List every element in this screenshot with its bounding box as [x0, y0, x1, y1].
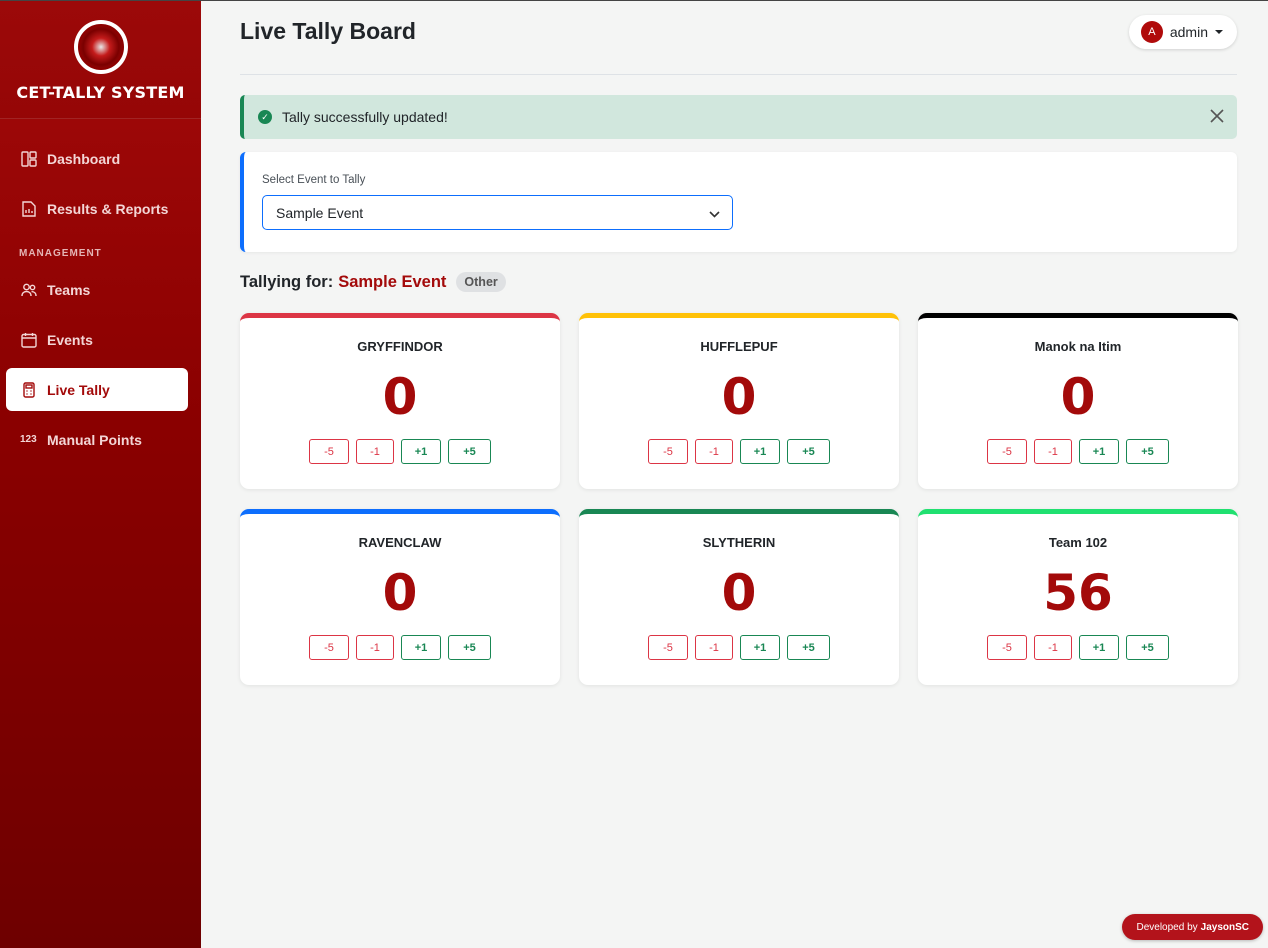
- minus-1-button[interactable]: -1: [1034, 439, 1072, 464]
- minus-5-button[interactable]: -5: [987, 635, 1027, 660]
- plus-1-button[interactable]: +1: [401, 635, 441, 660]
- numbers-icon: 123: [20, 434, 37, 445]
- minus-1-button[interactable]: -1: [356, 635, 394, 660]
- team-score: 0: [721, 564, 757, 622]
- event-select-card: Select Event to Tally Sample Event: [240, 152, 1237, 252]
- event-select-label: Select Event to Tally: [262, 174, 366, 186]
- user-name: admin: [1169, 23, 1208, 40]
- team-card: Team 102 56 -5 -1 +1 +5: [918, 509, 1238, 685]
- team-name: HUFFLEPUF: [700, 339, 778, 354]
- score-buttons: -5 -1 +1 +5: [309, 439, 491, 464]
- sidebar-item-manual-points[interactable]: 123 Manual Points: [6, 418, 188, 461]
- score-buttons: -5 -1 +1 +5: [987, 635, 1169, 660]
- plus-5-button[interactable]: +5: [787, 439, 830, 464]
- page-header: Live Tally Board A admin: [240, 1, 1237, 75]
- sidebar-item-results-reports[interactable]: Results & Reports: [6, 187, 188, 230]
- dashboard-icon: [20, 150, 38, 168]
- team-card: RAVENCLAW 0 -5 -1 +1 +5: [240, 509, 560, 685]
- team-name: Team 102: [1048, 535, 1108, 550]
- alert-message: Tally successfully updated!: [282, 109, 448, 125]
- plus-1-button[interactable]: +1: [740, 439, 780, 464]
- plus-5-button[interactable]: +5: [448, 439, 491, 464]
- event-select[interactable]: Sample Event: [262, 195, 733, 230]
- team-name: Manok na Itim: [1034, 339, 1122, 354]
- category-badge: Other: [456, 272, 506, 292]
- plus-1-button[interactable]: +1: [740, 635, 780, 660]
- main-content: Live Tally Board A admin ✓ Tally success…: [240, 1, 1238, 685]
- sidebar-item-events[interactable]: Events: [6, 318, 188, 361]
- score-buttons: -5 -1 +1 +5: [309, 635, 491, 660]
- avatar: A: [1140, 20, 1163, 43]
- minus-5-button[interactable]: -5: [648, 635, 688, 660]
- minus-5-button[interactable]: -5: [309, 635, 349, 660]
- team-card: HUFFLEPUF 0 -5 -1 +1 +5: [579, 313, 899, 489]
- minus-5-button[interactable]: -5: [309, 439, 349, 464]
- score-buttons: -5 -1 +1 +5: [987, 439, 1169, 464]
- team-card: Manok na Itim 0 -5 -1 +1 +5: [918, 313, 1238, 489]
- tallying-event-name: Sample Event: [338, 272, 447, 291]
- team-grid: GRYFFINDOR 0 -5 -1 +1 +5 HUFFLEPUF 0 -5 …: [240, 313, 1238, 685]
- brand: CET-TALLY SYSTEM: [0, 1, 201, 119]
- check-circle-icon: ✓: [258, 110, 272, 124]
- report-icon: [20, 200, 38, 218]
- sidebar: CET-TALLY SYSTEM Dashboard Results & Rep…: [0, 1, 201, 948]
- sidebar-nav: Dashboard Results & Reports MANAGEMENT T…: [0, 119, 201, 461]
- caret-down-icon: [1215, 29, 1223, 34]
- team-name: RAVENCLAW: [358, 535, 442, 550]
- team-name: SLYTHERIN: [702, 535, 776, 550]
- team-name: GRYFFINDOR: [357, 339, 443, 354]
- team-score: 0: [721, 368, 757, 426]
- brand-name: CET-TALLY SYSTEM: [16, 83, 185, 102]
- calendar-icon: [20, 331, 38, 349]
- team-score: 0: [382, 564, 418, 622]
- sidebar-item-dashboard[interactable]: Dashboard: [6, 137, 188, 180]
- developed-by-label: Developed by: [1136, 921, 1198, 933]
- close-icon[interactable]: [1209, 108, 1225, 124]
- minus-5-button[interactable]: -5: [987, 439, 1027, 464]
- sidebar-item-label: Results & Reports: [47, 200, 169, 217]
- user-menu-button[interactable]: A admin: [1128, 14, 1237, 49]
- developer-badge[interactable]: Developed by JaysonSC: [1122, 914, 1263, 940]
- event-select-value: Sample Event: [276, 204, 364, 221]
- sidebar-item-teams[interactable]: Teams: [6, 268, 188, 311]
- minus-1-button[interactable]: -1: [695, 635, 733, 660]
- plus-5-button[interactable]: +5: [1126, 635, 1169, 660]
- calculator-icon: [20, 381, 38, 399]
- sidebar-item-label: Teams: [47, 281, 91, 298]
- plus-1-button[interactable]: +1: [401, 439, 441, 464]
- sidebar-item-label: Events: [47, 331, 93, 348]
- plus-5-button[interactable]: +5: [787, 635, 830, 660]
- score-buttons: -5 -1 +1 +5: [648, 635, 830, 660]
- users-icon: [20, 281, 38, 299]
- plus-5-button[interactable]: +5: [1126, 439, 1169, 464]
- plus-1-button[interactable]: +1: [1079, 439, 1119, 464]
- team-score: 56: [1043, 564, 1113, 622]
- score-buttons: -5 -1 +1 +5: [648, 439, 830, 464]
- minus-1-button[interactable]: -1: [1034, 635, 1072, 660]
- team-score: 0: [1060, 368, 1096, 426]
- sidebar-section-management: MANAGEMENT: [19, 248, 102, 259]
- minus-1-button[interactable]: -1: [695, 439, 733, 464]
- tallying-prefix: Tallying for:: [240, 272, 334, 291]
- tallying-heading: Tallying for: Sample Event Other: [240, 272, 1237, 292]
- sidebar-item-live-tally[interactable]: Live Tally: [6, 368, 188, 411]
- sidebar-item-label: Dashboard: [47, 150, 121, 167]
- sidebar-item-label: Live Tally: [47, 381, 110, 398]
- team-card: GRYFFINDOR 0 -5 -1 +1 +5: [240, 313, 560, 489]
- logo: [73, 20, 128, 74]
- plus-1-button[interactable]: +1: [1079, 635, 1119, 660]
- team-card: SLYTHERIN 0 -5 -1 +1 +5: [579, 509, 899, 685]
- team-score: 0: [382, 368, 418, 426]
- developer-name: JaysonSC: [1200, 921, 1249, 933]
- minus-5-button[interactable]: -5: [648, 439, 688, 464]
- page-title: Live Tally Board: [240, 18, 416, 44]
- success-alert: ✓ Tally successfully updated!: [240, 95, 1237, 139]
- chevron-down-icon: [709, 205, 720, 221]
- plus-5-button[interactable]: +5: [448, 635, 491, 660]
- sidebar-item-label: Manual Points: [47, 431, 142, 448]
- minus-1-button[interactable]: -1: [356, 439, 394, 464]
